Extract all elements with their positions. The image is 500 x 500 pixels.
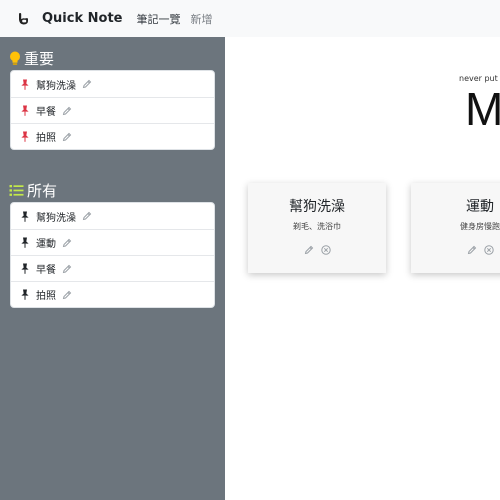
list-item-label: 拍照 <box>36 291 56 302</box>
delete-circle-icon[interactable] <box>320 245 331 255</box>
pin-icon <box>21 211 29 222</box>
list-item-label: 早餐 <box>36 265 56 276</box>
thumbs-up-hand-icon <box>19 12 28 24</box>
pencil-icon[interactable] <box>304 245 314 255</box>
hero-tagline: never put <box>459 74 498 83</box>
nav-link-new[interactable]: 新增 <box>190 11 212 27</box>
pencil-icon[interactable] <box>467 245 477 255</box>
all-item-bathe-dog[interactable]: 幫狗洗澡 <box>11 203 214 229</box>
pencil-icon[interactable] <box>82 79 92 89</box>
lightbulb-icon <box>10 51 20 65</box>
important-item-breakfast[interactable]: 早餐 <box>11 97 214 123</box>
note-card-text: 剃毛、洗浴巾 <box>293 222 341 231</box>
pin-icon <box>21 105 29 116</box>
pin-icon <box>21 263 29 274</box>
list-item-label: 幫狗洗澡 <box>36 80 76 92</box>
pencil-icon[interactable] <box>62 132 72 142</box>
note-card-title: 運動 <box>466 199 494 215</box>
important-title: 重要 <box>24 50 55 68</box>
all-item-exercise[interactable]: 運動 <box>11 229 214 255</box>
brand-name: Quick Note <box>42 11 123 26</box>
pin-icon <box>21 237 29 248</box>
note-card-text: 健身房慢跑 <box>460 222 500 231</box>
pencil-icon[interactable] <box>62 290 72 300</box>
all-section-title: 所有 <box>9 180 57 201</box>
brand[interactable]: Quick Note <box>17 11 122 26</box>
main-content: never put M 幫狗洗澡 剃毛、洗浴巾 運動 健身房慢跑 <box>225 37 500 500</box>
pin-icon <box>21 79 29 90</box>
important-list: 幫狗洗澡 早餐 拍照 <box>10 70 215 150</box>
important-item-photo[interactable]: 拍照 <box>11 123 214 149</box>
pencil-icon[interactable] <box>62 238 72 248</box>
note-card-title: 幫狗洗澡 <box>289 199 345 215</box>
pin-icon <box>21 289 29 300</box>
navbar: Quick Note 筆記一覽 新增 <box>0 0 500 37</box>
list-item-label: 幫狗洗澡 <box>36 212 76 224</box>
note-card[interactable]: 運動 健身房慢跑 <box>411 183 500 273</box>
list-item-label: 早餐 <box>36 107 56 118</box>
hero-heading: M <box>465 83 500 135</box>
nav-link-notes[interactable]: 筆記一覽 <box>136 11 180 27</box>
note-card-actions <box>248 245 386 255</box>
all-item-breakfast[interactable]: 早餐 <box>11 255 214 281</box>
list-item-label: 運動 <box>36 239 56 250</box>
sidebar: 重要 幫狗洗澡 早餐 拍照 所有 幫狗洗澡 運動 早餐 拍照 <box>0 37 225 500</box>
list-item-label: 拍照 <box>36 133 56 144</box>
important-section-title: 重要 <box>9 48 54 69</box>
all-title: 所有 <box>27 182 58 200</box>
pencil-icon[interactable] <box>82 211 92 221</box>
note-card-actions <box>411 245 500 255</box>
pencil-icon[interactable] <box>62 106 72 116</box>
pencil-icon[interactable] <box>62 264 72 274</box>
note-card[interactable]: 幫狗洗澡 剃毛、洗浴巾 <box>248 183 386 273</box>
list-icon <box>9 185 24 196</box>
all-item-photo[interactable]: 拍照 <box>11 281 214 307</box>
delete-circle-icon[interactable] <box>483 245 494 255</box>
important-item-bathe-dog[interactable]: 幫狗洗澡 <box>11 71 214 97</box>
pin-icon <box>21 131 29 142</box>
all-list: 幫狗洗澡 運動 早餐 拍照 <box>10 202 215 308</box>
